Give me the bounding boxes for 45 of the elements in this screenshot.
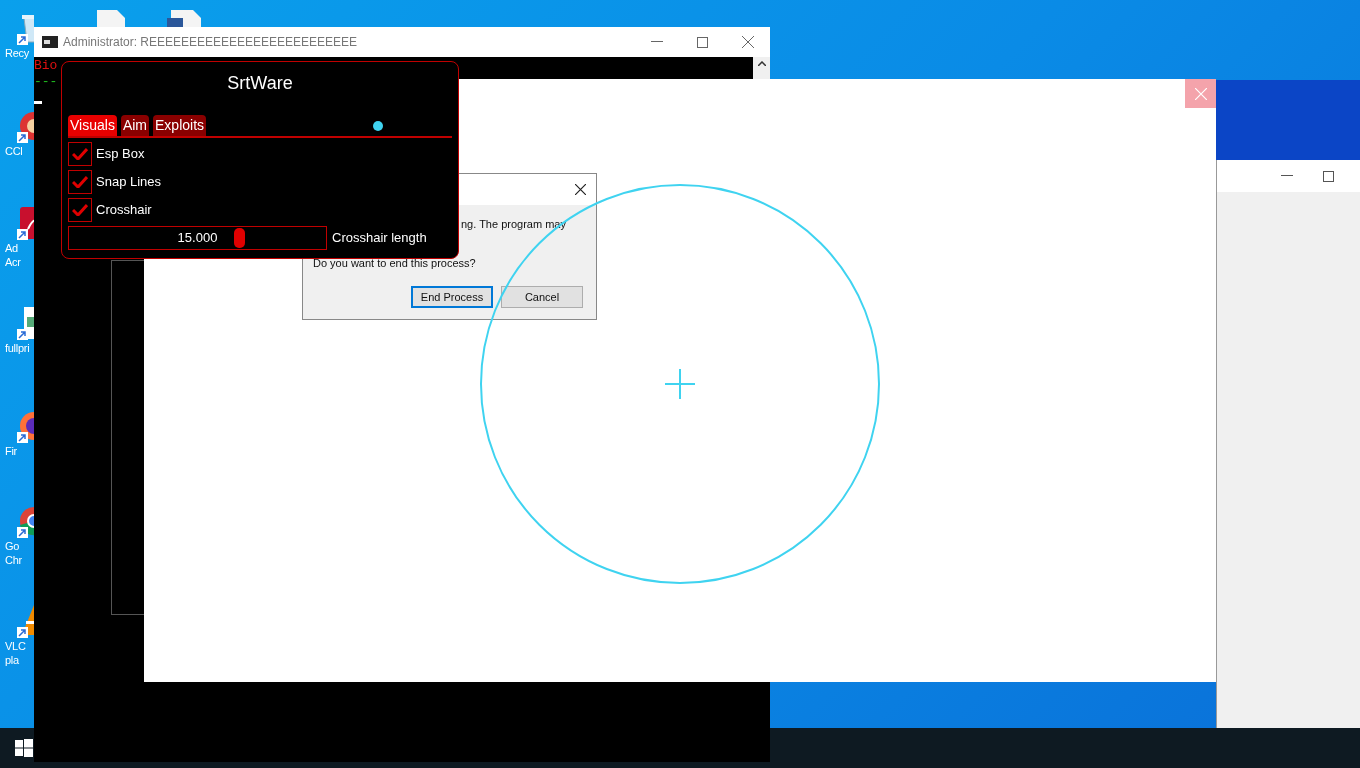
icon-label: Chr: [4, 553, 22, 567]
close-icon: [1194, 87, 1207, 100]
slider-thumb[interactable]: [233, 228, 245, 248]
icon-label: fullpri: [4, 341, 30, 355]
dialog-button[interactable]: End Process: [411, 286, 493, 308]
icon-label: Acr: [4, 255, 21, 269]
maximize-icon[interactable]: [1323, 170, 1334, 182]
icon-label: Go: [4, 539, 20, 553]
icon-label: VLC: [4, 639, 26, 653]
dialog-button[interactable]: Cancel: [501, 286, 583, 308]
maximize-icon[interactable]: [697, 36, 708, 48]
crosshair-icon: [664, 368, 696, 400]
slider-track[interactable]: 15.000: [68, 226, 327, 250]
option-label: Esp Box: [96, 145, 145, 164]
app-icon[interactable]: [16, 205, 34, 241]
icon-label: pla: [4, 653, 19, 667]
icon-label: Ad: [4, 241, 18, 255]
text-cursor: [34, 101, 42, 104]
console-text: Bio: [34, 58, 58, 74]
checkbox[interactable]: [68, 198, 92, 222]
minimize-icon[interactable]: [1281, 175, 1293, 177]
option-label: Crosshair: [96, 201, 152, 220]
icon-label: Fir: [4, 444, 17, 458]
icon-label: Recy: [4, 46, 29, 60]
dialog-message: Do you want to end this process?: [313, 256, 476, 271]
minimize-icon[interactable]: [651, 41, 663, 43]
menu-tab[interactable]: Visuals: [68, 115, 117, 136]
check-icon: [72, 176, 88, 188]
checkbox[interactable]: [68, 170, 92, 194]
menu-tab[interactable]: Aim: [120, 115, 149, 136]
menu-tab[interactable]: Exploits: [153, 115, 207, 136]
console-icon: [42, 36, 58, 48]
slider-value: 15.000: [177, 229, 218, 248]
menu-title: SrtWare: [227, 72, 293, 95]
window-title: Administrator: REEEEEEEEEEEEEEEEEEEEEEEEEE: [63, 34, 358, 51]
check-icon: [72, 204, 88, 216]
console-text: ---: [34, 74, 58, 90]
scroll-up-icon[interactable]: [757, 61, 766, 66]
icon-label: CCl: [4, 144, 23, 158]
windows-start-icon[interactable]: [15, 739, 33, 757]
option-label: Snap Lines: [96, 173, 162, 192]
close-icon[interactable]: [575, 184, 586, 195]
check-icon: [72, 148, 88, 160]
slider-label: Crosshair length: [332, 229, 427, 248]
checkbox[interactable]: [68, 142, 92, 166]
